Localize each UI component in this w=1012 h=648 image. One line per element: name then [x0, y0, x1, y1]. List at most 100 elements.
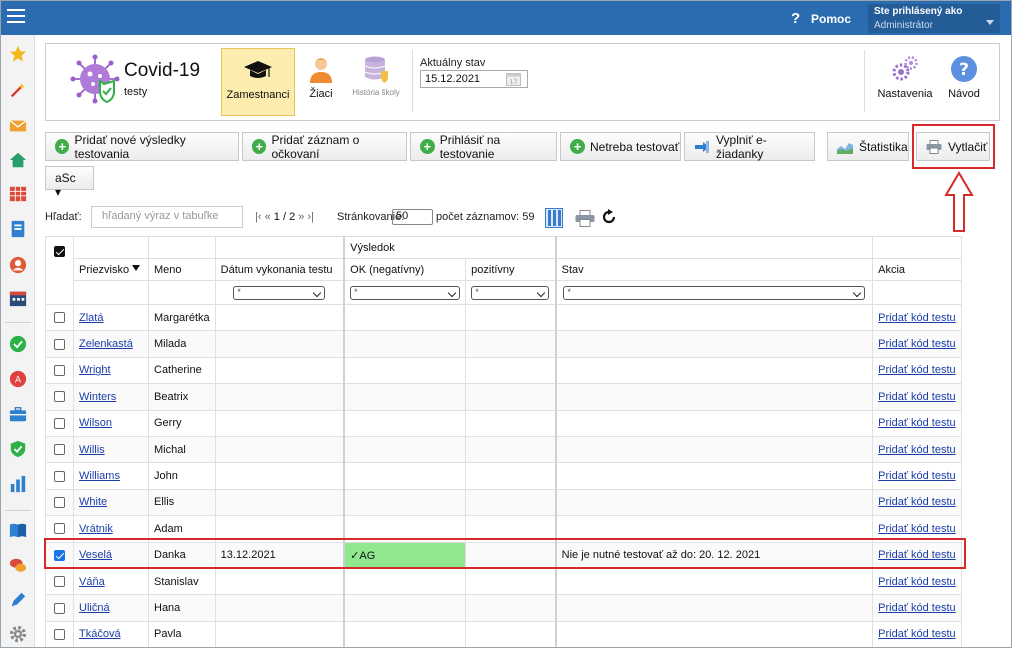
surname-link[interactable]: Willis — [79, 444, 105, 456]
shield-check-icon[interactable] — [9, 440, 27, 458]
row-checkbox[interactable] — [54, 576, 65, 588]
add-test-code-link[interactable]: Pridať kód testu — [878, 338, 956, 350]
add-test-code-link[interactable]: Pridať kód testu — [878, 391, 956, 403]
surname-link[interactable]: White — [79, 496, 107, 508]
col-date-header[interactable]: Dátum vykonania testu — [214, 258, 345, 281]
filter-ok-select[interactable]: * — [350, 285, 461, 300]
surname-link[interactable]: Tkáčová — [79, 628, 121, 640]
gear-icon[interactable] — [9, 625, 27, 643]
asc-dropdown-button[interactable]: aSc ▾ — [45, 166, 94, 199]
magic-wand-icon[interactable] — [9, 81, 27, 99]
table-row[interactable]: Williams John Pridať kód testu — [45, 462, 962, 490]
surname-link[interactable]: Williams — [79, 470, 120, 482]
guide-button[interactable]: ? Návod — [942, 48, 986, 116]
col-ok-header[interactable]: OK (negatívny) — [343, 258, 467, 281]
row-checkbox[interactable] — [54, 365, 65, 377]
add-test-code-link[interactable]: Pridať kód testu — [878, 576, 956, 588]
help-link[interactable]: ? Pomoc — [791, 10, 851, 27]
add-results-button[interactable]: + Pridať nové výsledky testovania — [45, 132, 239, 161]
table-row[interactable]: Wilson Gerry Pridať kód testu — [45, 409, 962, 437]
row-checkbox[interactable] — [54, 312, 65, 324]
settings-button[interactable]: Nastavenia — [872, 48, 938, 116]
table-row[interactable]: Uličná Hana Pridať kód testu — [45, 594, 962, 622]
surname-link[interactable]: Winters — [79, 391, 116, 403]
tab-zamestnanci[interactable]: Zamestnanci — [221, 48, 295, 116]
table-row[interactable]: Váňa Stanislav Pridať kód testu — [45, 567, 962, 596]
row-checkbox[interactable] — [54, 338, 65, 350]
surname-link[interactable]: Váňa — [79, 576, 105, 588]
row-checkbox[interactable] — [54, 497, 65, 509]
pen-icon[interactable] — [9, 591, 27, 609]
table-row[interactable]: White Ellis Pridať kód testu — [45, 488, 962, 517]
col-surname-header[interactable]: Priezvisko — [73, 258, 149, 281]
book-icon[interactable] — [9, 521, 27, 539]
row-checkbox[interactable] — [54, 391, 65, 403]
table-row[interactable]: Zelenkastá Milada Pridať kód testu — [45, 330, 962, 358]
col-positive-header[interactable]: pozitívny — [465, 258, 557, 281]
surname-link[interactable]: Zlatá — [79, 312, 103, 324]
filter-positive-select[interactable]: * — [471, 285, 550, 300]
add-test-code-link[interactable]: Pridať kód testu — [878, 602, 956, 614]
surname-link[interactable]: Vrátnik — [79, 523, 113, 535]
surname-link[interactable]: Wilson — [79, 417, 112, 429]
user-menu[interactable]: Ste prihlásený ako Administrátor — [868, 4, 1000, 33]
user-icon[interactable] — [9, 256, 27, 274]
row-checkbox[interactable] — [54, 628, 65, 640]
calendar-icon[interactable] — [9, 289, 27, 307]
add-test-code-link[interactable]: Pridať kód testu — [878, 444, 956, 456]
select-all-checkbox[interactable] — [54, 245, 65, 257]
search-input[interactable]: hľadaný výraz v tabuľke — [91, 206, 243, 228]
next-page-button[interactable]: » — [298, 211, 304, 223]
surname-link[interactable]: Wright — [79, 364, 111, 376]
add-test-code-link[interactable]: Pridať kód testu — [878, 417, 956, 429]
columns-icon[interactable] — [545, 208, 563, 228]
add-test-code-link[interactable]: Pridať kód testu — [878, 470, 956, 482]
tab-historia-skoly[interactable]: História školy — [346, 48, 406, 116]
table-row[interactable]: Wright Catherine Pridať kód testu — [45, 356, 962, 385]
page-size-select[interactable]: 50 — [392, 209, 433, 225]
add-test-code-link[interactable]: Pridať kód testu — [878, 523, 956, 535]
hamburger-menu-icon[interactable] — [7, 9, 25, 23]
timetable-icon[interactable] — [9, 185, 27, 203]
surname-link[interactable]: Uličná — [79, 602, 110, 614]
chat-icon[interactable] — [9, 556, 27, 574]
table-row[interactable]: Tkáčová Pavla Pridať kód testu — [45, 620, 962, 647]
refresh-icon[interactable] — [602, 209, 616, 225]
filter-status-select[interactable]: * — [563, 285, 866, 300]
table-row[interactable]: Willis Michal Pridať kód testu — [45, 435, 962, 464]
row-checkbox[interactable] — [54, 444, 65, 456]
tab-ziaci[interactable]: Žiaci — [301, 48, 341, 116]
table-print-icon[interactable] — [575, 210, 595, 227]
add-test-code-link[interactable]: Pridať kód testu — [878, 364, 956, 376]
no-test-needed-button[interactable]: + Netreba testovať — [560, 132, 681, 161]
col-name-header[interactable]: Meno — [148, 258, 216, 281]
row-checkbox[interactable] — [54, 602, 65, 614]
check-circle-icon[interactable] — [9, 335, 27, 353]
register-test-button[interactable]: + Prihlásiť na testovanie — [410, 132, 557, 161]
statistics-button[interactable]: Štatistika — [827, 132, 909, 161]
surname-link[interactable]: Zelenkastá — [79, 338, 133, 350]
star-icon[interactable] — [9, 45, 27, 63]
last-page-button[interactable]: ›| — [307, 211, 314, 223]
notebook-icon[interactable] — [9, 220, 27, 238]
calendar-picker-icon[interactable]: 17 — [506, 72, 521, 86]
briefcase-icon[interactable] — [9, 405, 27, 423]
filter-date-select[interactable]: * — [233, 285, 326, 300]
table-row[interactable]: Winters Beatrix Pridať kód testu — [45, 383, 962, 411]
col-status-header[interactable]: Stav — [554, 258, 874, 281]
row-checkbox[interactable] — [54, 523, 65, 535]
bar-chart-icon[interactable] — [9, 475, 27, 493]
add-test-code-link[interactable]: Pridať kód testu — [878, 312, 956, 324]
first-page-button[interactable]: |‹ — [255, 211, 262, 223]
mail-icon[interactable] — [9, 117, 27, 135]
prev-page-button[interactable]: « — [265, 211, 271, 223]
fill-e-request-button[interactable]: Vyplniť e-žiadanky — [684, 132, 815, 161]
add-test-code-link[interactable]: Pridať kód testu — [878, 496, 956, 508]
add-test-code-link[interactable]: Pridať kód testu — [878, 628, 956, 640]
add-vaccination-button[interactable]: + Pridať záznam o očkovaní — [242, 132, 407, 161]
table-row[interactable]: Zlatá Margarétka Pridať kód testu — [45, 303, 962, 332]
home-icon[interactable] — [9, 151, 27, 169]
grades-icon[interactable]: A — [9, 370, 27, 388]
row-checkbox[interactable] — [54, 470, 65, 482]
row-checkbox[interactable] — [54, 417, 65, 429]
